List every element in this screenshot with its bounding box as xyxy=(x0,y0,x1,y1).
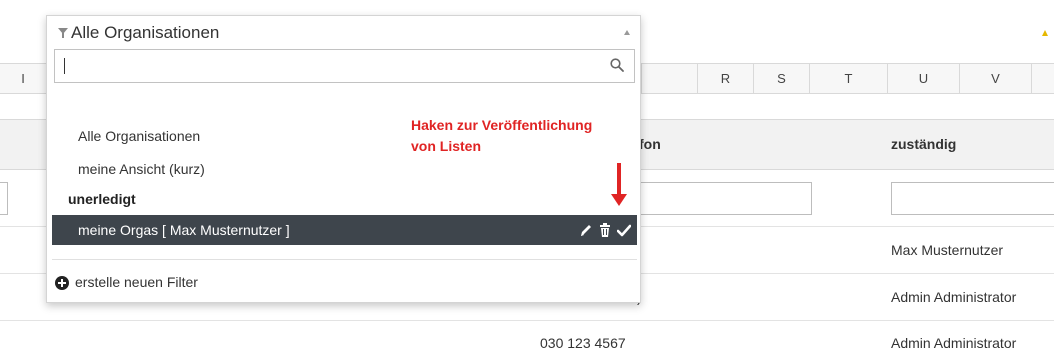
trash-icon[interactable] xyxy=(598,222,612,238)
caret-up-icon[interactable] xyxy=(624,30,630,35)
cell-phone: 030 123 4567 xyxy=(540,335,626,351)
plus-circle-icon[interactable] xyxy=(55,276,69,290)
column-letter-i[interactable]: I xyxy=(0,64,46,93)
pencil-icon[interactable] xyxy=(579,222,593,238)
option-my-view-short[interactable]: meine Ansicht (kurz) xyxy=(78,161,205,177)
column-letter-v[interactable]: V xyxy=(959,64,1031,93)
checkmark-icon[interactable] xyxy=(616,222,632,238)
header-responsible[interactable]: zuständig xyxy=(891,120,956,169)
header-phone[interactable]: fon xyxy=(639,120,661,169)
option-all-organisations[interactable]: Alle Organisationen xyxy=(78,128,200,144)
column-letter-r[interactable]: R xyxy=(697,64,753,93)
annotation-line-2: von Listen xyxy=(411,138,482,154)
annotation-line-1: Haken zur Veröffentlichung xyxy=(411,117,593,133)
create-new-filter-link[interactable]: erstelle neuen Filter xyxy=(75,274,198,290)
text-cursor xyxy=(64,58,65,74)
dropdown-divider xyxy=(52,259,637,260)
search-icon[interactable] xyxy=(610,58,624,72)
column-letter-u[interactable]: U xyxy=(887,64,959,93)
table-row[interactable]: 030 123 4567 Admin Administrator xyxy=(0,321,1054,360)
dropdown-title: Alle Organisationen xyxy=(71,23,220,42)
cell-responsible: Admin Administrator xyxy=(891,289,1017,305)
column-letter-i-filler xyxy=(641,64,697,93)
annotation-text: Haken zur Veröffentlichung von Listen xyxy=(411,115,631,157)
dropdown-header[interactable]: Alle Organisationen xyxy=(47,16,640,50)
group-label-unerledigt: unerledigt xyxy=(68,191,136,207)
column-letter-next xyxy=(1031,64,1054,93)
search-box[interactable] xyxy=(54,49,635,83)
cell-responsible: Admin Administrator xyxy=(891,335,1017,351)
corner-marker-icon xyxy=(1042,30,1048,36)
organisation-filter-dropdown[interactable]: Alle Organisationen Alle Organisationen … xyxy=(46,15,641,303)
filter-input-phone[interactable] xyxy=(636,182,812,215)
column-letter-s[interactable]: S xyxy=(753,64,809,93)
column-letter-t[interactable]: T xyxy=(809,64,887,93)
cell-responsible: Max Musternutzer xyxy=(891,242,1004,258)
selected-filter-item[interactable]: meine Orgas [ Max Musternutzer ] xyxy=(52,215,637,245)
annotation-arrow-head-icon xyxy=(611,194,627,206)
filter-input-first[interactable] xyxy=(0,182,8,215)
annotation-arrow-icon xyxy=(617,163,621,195)
funnel-icon-stem xyxy=(62,33,64,38)
selected-filter-label: meine Orgas [ Max Musternutzer ] xyxy=(78,222,290,238)
row-action-icons xyxy=(579,221,632,239)
search-input[interactable] xyxy=(55,50,595,82)
filter-input-responsible[interactable] xyxy=(891,182,1054,215)
